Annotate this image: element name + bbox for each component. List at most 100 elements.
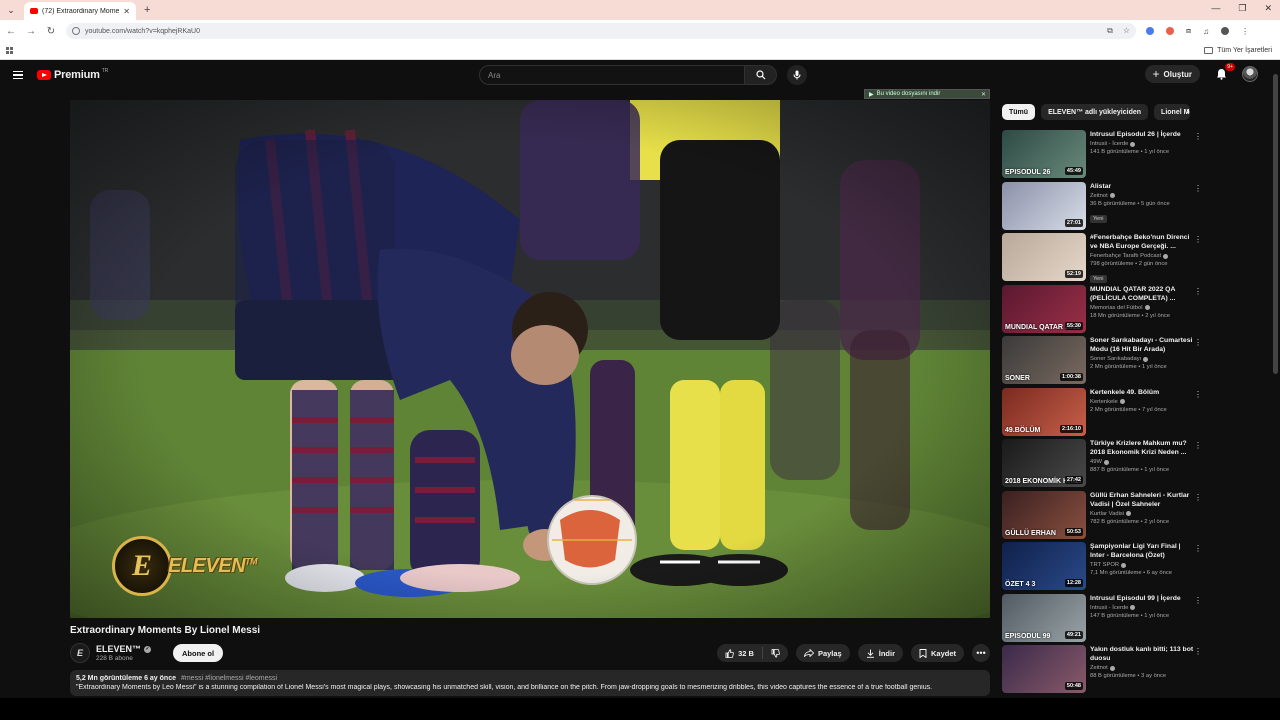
maximize-button[interactable]: ❐ — [1238, 3, 1246, 14]
recommendation-thumbnail[interactable]: 52:19 — [1002, 233, 1086, 281]
recommendation-title[interactable]: MUNDIAL QATAR 2022 QA (PELÍCULA COMPLETA… — [1090, 285, 1196, 303]
recommendation-channel[interactable]: TRT SPOR — [1090, 562, 1119, 568]
recommendation-thumbnail[interactable]: 49.BÖLÜM 2:16:10 — [1002, 387, 1086, 436]
browser-menu-icon[interactable]: ⋮ — [1241, 27, 1249, 36]
url-text[interactable]: youtube.com/watch?v=kqphejRKaU0 — [85, 28, 200, 35]
more-vertical-icon[interactable]: ⋮ — [1194, 544, 1202, 553]
omnibox[interactable]: youtube.com/watch?v=kqphejRKaU0 ⧉ ☆ — [66, 23, 1136, 39]
download-video-hint[interactable]: ▶ Bu video dosyasını indir ✕ — [864, 89, 990, 99]
all-bookmarks-button[interactable]: Tüm Yer İşaretleri — [1204, 47, 1272, 54]
more-vertical-icon[interactable]: ⋮ — [1194, 184, 1202, 193]
recommendation-item[interactable]: EPISODUL 26 45:49 Intrusul Episodul 26 | İ… — [1002, 130, 1208, 182]
scrollbar-thumb[interactable] — [1273, 74, 1278, 374]
video-player[interactable]: E ELEVENTM — [70, 100, 990, 618]
recommendation-item[interactable]: ÖZET 4 3 12:28 Şampiyonlar Ligi Yarı Final… — [1002, 542, 1208, 594]
filter-chip[interactable]: Tümü — [1002, 104, 1036, 120]
new-tab-button[interactable]: + — [144, 4, 150, 16]
recommendation-item[interactable]: MUNDIAL QATAR 2022 55:30 MUNDIAL QATAR 202… — [1002, 284, 1208, 337]
reload-icon[interactable]: ↻ — [42, 26, 60, 37]
install-app-icon[interactable]: ⧉ — [1107, 26, 1113, 36]
forward-icon[interactable]: → — [22, 26, 40, 37]
extensions-puzzle-icon[interactable]: ⧈ — [1186, 26, 1191, 36]
recommendation-title[interactable]: Yakın dostluk kanlı bitti; 113 bot duosu — [1090, 645, 1196, 663]
more-vertical-icon[interactable]: ⋮ — [1194, 287, 1202, 296]
more-vertical-icon[interactable]: ⋮ — [1194, 493, 1202, 502]
search-input[interactable] — [479, 65, 745, 85]
recommendation-item[interactable]: 52:19 #Fenerbahçe Beko'nun Direnci ve NBA… — [1002, 233, 1208, 285]
recommendation-thumbnail[interactable]: EPISODUL 99 49:21 — [1002, 593, 1086, 642]
channel-name-row[interactable]: ELEVEN™ ✓ — [96, 644, 152, 654]
more-vertical-icon[interactable]: ⋮ — [1194, 596, 1202, 605]
recommendation-title[interactable]: Türkiye Krizlere Mahkum mu? 2018 Ekonomi… — [1090, 439, 1196, 457]
recommendation-channel[interactable]: Kertenkele — [1090, 399, 1118, 405]
voice-search-button[interactable] — [787, 65, 807, 85]
chevron-right-icon[interactable]: › — [1186, 106, 1189, 117]
recommendation-title[interactable]: Intrusul Episodul 26 | İçerde — [1090, 130, 1196, 139]
more-vertical-icon[interactable]: ⋮ — [1194, 338, 1202, 347]
search-button[interactable] — [745, 65, 777, 85]
recommendation-title[interactable]: #Fenerbahçe Beko'nun Direnci ve NBA Euro… — [1090, 233, 1196, 251]
recommendation-item[interactable]: EPISODUL 99 49:21 Intrusul Episodul 99 | İ… — [1002, 593, 1208, 646]
recommendation-thumbnail[interactable]: GÜLLÜ ERHAN 50:53 — [1002, 490, 1086, 539]
more-vertical-icon[interactable]: ⋮ — [1194, 647, 1202, 656]
share-button[interactable]: Paylaş — [795, 644, 850, 662]
recommendation-item[interactable]: 50:48 Yakın dostluk kanlı bitti; 113 bot … — [1002, 645, 1208, 697]
profile-icon[interactable] — [1221, 27, 1230, 35]
create-button[interactable]: + Oluştur — [1144, 65, 1200, 83]
filter-chip[interactable]: Lionel Mes — [1154, 104, 1191, 120]
more-actions-button[interactable]: ••• — [972, 644, 990, 662]
recommendation-thumbnail[interactable]: 27:01 — [1002, 181, 1086, 230]
page-scrollbar[interactable] — [1272, 62, 1278, 696]
filter-chip[interactable]: ELEVEN™ adlı yükleyiciden — [1041, 104, 1149, 120]
channel-name[interactable]: ELEVEN™ — [96, 644, 141, 654]
notifications-button[interactable]: 9+ — [1214, 63, 1235, 81]
recommendation-item[interactable]: 49.BÖLÜM 2:16:10 Kertenkele 49. Bölüm Kerte… — [1002, 387, 1208, 440]
tab-close-icon[interactable]: ✕ — [123, 7, 130, 16]
recommendation-thumbnail[interactable]: 2018 EKONOMİK KRİZİ 27:42 — [1002, 439, 1086, 487]
dislike-button[interactable] — [763, 648, 788, 658]
recommendation-thumbnail[interactable]: 50:48 — [1002, 645, 1086, 693]
recommendation-channel[interactable]: Zeitnot — [1090, 665, 1108, 671]
back-icon[interactable]: ← — [2, 26, 20, 37]
recommendation-title[interactable]: Güllü Erhan Sahneleri - Kurtlar Vadisi |… — [1090, 491, 1196, 509]
recommendation-channel[interactable]: Intrusii - İcerde — [1090, 141, 1128, 147]
recommendation-channel[interactable]: Soner Sarıkabadayı — [1090, 356, 1141, 362]
save-button[interactable]: Kaydet — [910, 644, 964, 662]
extension-icon[interactable] — [1166, 27, 1174, 35]
recommendation-thumbnail[interactable]: MUNDIAL QATAR 2022 55:30 — [1002, 284, 1086, 333]
recommendation-channel[interactable]: Fenerbahçe Taraftı Podcast — [1090, 253, 1161, 259]
more-vertical-icon[interactable]: ⋮ — [1194, 132, 1202, 141]
like-button[interactable]: 32 B — [717, 647, 763, 659]
more-vertical-icon[interactable]: ⋮ — [1194, 235, 1202, 244]
more-vertical-icon[interactable]: ⋮ — [1194, 390, 1202, 399]
recommendation-title[interactable]: Alistar — [1090, 182, 1196, 191]
tab-search-button[interactable]: ⌄ — [4, 3, 18, 17]
hashtags[interactable]: #messi #lionelmessi #leomessi — [181, 675, 277, 682]
recommendation-title[interactable]: Şampiyonlar Ligi Yarı Final | Inter - Ba… — [1090, 542, 1196, 560]
channel-avatar[interactable]: E — [70, 643, 90, 663]
translate-extension-icon[interactable] — [1146, 27, 1154, 35]
recommendation-item[interactable]: 27:01 Alistar Zeitnot 36 B görüntüleme • 5 … — [1002, 181, 1208, 234]
recommendation-title[interactable]: Kertenkele 49. Bölüm — [1090, 388, 1196, 397]
subscribe-button[interactable]: Abone ol — [173, 644, 224, 662]
recommendation-thumbnail[interactable]: ÖZET 4 3 12:28 — [1002, 542, 1086, 590]
recommendation-channel[interactable]: Memorias del Fútbol — [1090, 305, 1143, 311]
recommendation-thumbnail[interactable]: SONER 1:00:38 — [1002, 336, 1086, 384]
more-vertical-icon[interactable]: ⋮ — [1194, 441, 1202, 450]
recommendation-channel[interactable]: 49W — [1090, 459, 1102, 465]
recommendation-channel[interactable]: Intrusii - İcerde — [1090, 605, 1128, 611]
recommendation-thumbnail[interactable]: EPISODUL 26 45:49 — [1002, 130, 1086, 178]
media-control-icon[interactable]: ♫ — [1203, 27, 1209, 36]
recommendation-title[interactable]: Intrusul Episodul 99 | İçerde — [1090, 594, 1196, 603]
site-info-icon[interactable] — [72, 27, 80, 35]
download-hint-close-icon[interactable]: ✕ — [981, 91, 986, 98]
bookmark-star-icon[interactable]: ☆ — [1123, 26, 1130, 36]
apps-grid-icon[interactable] — [6, 46, 14, 55]
close-window-button[interactable]: ✕ — [1264, 3, 1272, 14]
youtube-premium-logo[interactable]: Premium TR — [37, 68, 108, 81]
recommendation-title[interactable]: Soner Sarıkabadayı - Cumartesi Modu (16 … — [1090, 336, 1196, 354]
recommendation-channel[interactable]: Zeitnot — [1090, 193, 1108, 199]
recommendation-channel[interactable]: Kurtlar Vadisi — [1090, 511, 1124, 517]
recommendation-item[interactable]: SONER 1:00:38 Soner Sarıkabadayı - Cumarte… — [1002, 336, 1208, 388]
browser-tab[interactable]: (72) Extraordinary Moments B... ✕ — [24, 2, 136, 20]
